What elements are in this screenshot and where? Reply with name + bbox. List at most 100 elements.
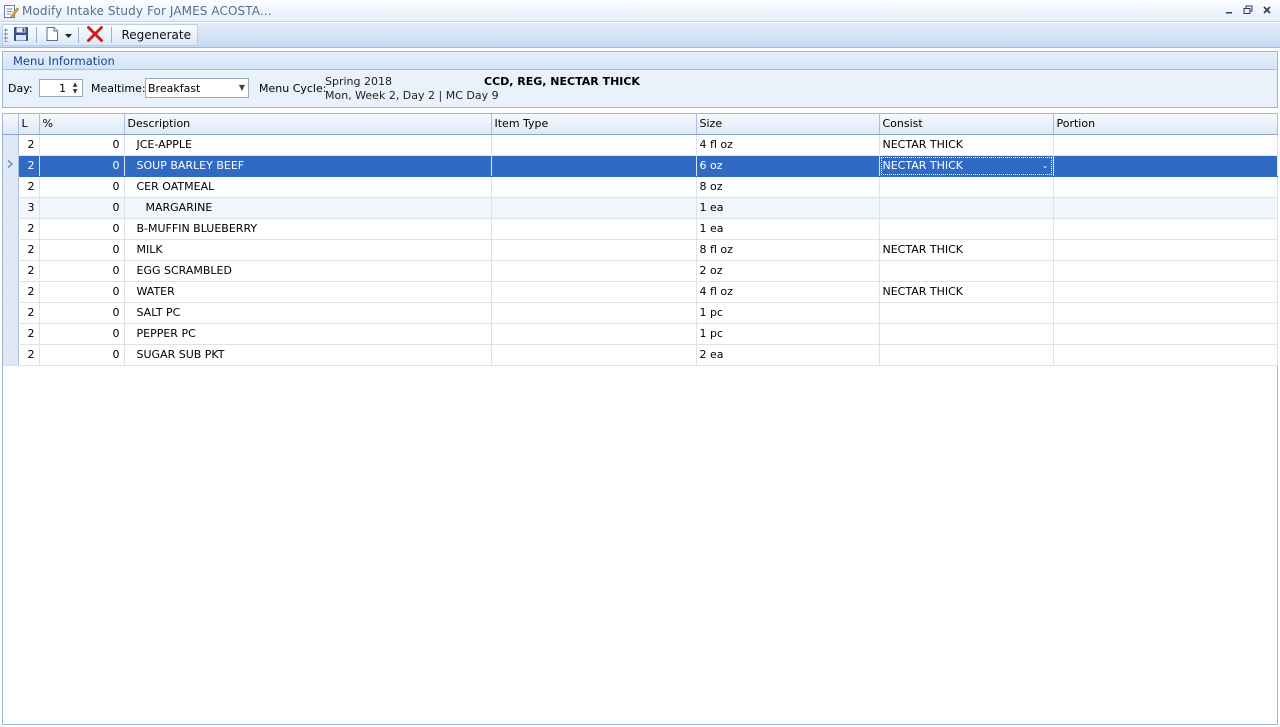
chevron-down-icon[interactable]: ▼ <box>239 83 245 92</box>
cell-consist[interactable] <box>879 176 1054 198</box>
cell-portion[interactable] <box>1053 323 1278 345</box>
day-stepper[interactable]: 1 ▲ ▼ <box>39 79 83 97</box>
cell-consist[interactable] <box>879 323 1054 345</box>
cell-item-type[interactable] <box>491 134 697 156</box>
cell-size[interactable]: 8 fl oz <box>696 239 880 261</box>
cell-percent[interactable]: 0 <box>39 218 125 240</box>
cell-item-type[interactable] <box>491 155 697 177</box>
row-header[interactable] <box>3 302 19 324</box>
delete-button[interactable] <box>83 25 107 45</box>
table-row[interactable]: 2 0 B-MUFFIN BLUEBERRY 1 ea <box>3 218 1278 240</box>
cell-portion[interactable] <box>1053 218 1278 240</box>
cell-l[interactable]: 3 <box>18 197 40 219</box>
cell-percent[interactable]: 0 <box>39 344 125 366</box>
cell-l[interactable]: 2 <box>18 323 40 345</box>
chevron-down-icon[interactable]: ▼ <box>69 88 81 95</box>
cell-size[interactable]: 8 oz <box>696 176 880 198</box>
chevron-up-icon[interactable]: ▲ <box>69 81 81 88</box>
cell-l[interactable]: 2 <box>18 281 40 303</box>
cell-size[interactable]: 1 ea <box>696 218 880 240</box>
table-row[interactable]: 2 0 JCE-APPLE 4 fl oz NECTAR THICK <box>3 134 1278 156</box>
table-row[interactable]: 2 0 SUGAR SUB PKT 2 ea <box>3 344 1278 366</box>
cell-percent[interactable]: 0 <box>39 302 125 324</box>
row-header[interactable] <box>3 197 19 219</box>
cell-item-type[interactable] <box>491 323 697 345</box>
column-header-item-type[interactable]: Item Type <box>491 114 697 135</box>
row-header[interactable] <box>3 134 19 156</box>
row-header[interactable] <box>3 260 19 282</box>
regenerate-button[interactable]: Regenerate <box>115 25 197 45</box>
cell-l[interactable]: 2 <box>18 155 40 177</box>
column-header-size[interactable]: Size <box>696 114 880 135</box>
cell-l[interactable]: 2 <box>18 239 40 261</box>
cell-description[interactable]: SALT PC <box>124 302 492 324</box>
cell-portion[interactable] <box>1053 344 1278 366</box>
cell-consist[interactable] <box>879 260 1054 282</box>
cell-portion[interactable] <box>1053 281 1278 303</box>
cell-description[interactable]: CER OATMEAL <box>124 176 492 198</box>
cell-l[interactable]: 2 <box>18 302 40 324</box>
cell-size[interactable]: 4 fl oz <box>696 134 880 156</box>
cell-size[interactable]: 4 fl oz <box>696 281 880 303</box>
cell-size[interactable]: 2 oz <box>696 260 880 282</box>
table-row[interactable]: 2 0 CER OATMEAL 8 oz <box>3 176 1278 198</box>
cell-item-type[interactable] <box>491 218 697 240</box>
cell-l[interactable]: 2 <box>18 260 40 282</box>
row-header[interactable] <box>3 218 19 240</box>
cell-percent[interactable]: 0 <box>39 197 125 219</box>
cell-description[interactable]: B-MUFFIN BLUEBERRY <box>124 218 492 240</box>
cell-size[interactable]: 6 oz <box>696 155 880 177</box>
cell-consist[interactable] <box>879 218 1054 240</box>
table-row[interactable]: 3 0 MARGARINE 1 ea <box>3 197 1278 219</box>
row-header[interactable] <box>3 281 19 303</box>
table-row[interactable]: 2 0 PEPPER PC 1 pc <box>3 323 1278 345</box>
cell-item-type[interactable] <box>491 260 697 282</box>
cell-percent[interactable]: 0 <box>39 239 125 261</box>
toolbar-grip[interactable] <box>4 28 8 42</box>
stepper-arrows[interactable]: ▲ ▼ <box>69 81 81 95</box>
save-button[interactable] <box>10 25 32 45</box>
cell-consist[interactable] <box>879 302 1054 324</box>
cell-description[interactable]: SOUP BARLEY BEEF <box>124 155 492 177</box>
cell-item-type[interactable] <box>491 344 697 366</box>
table-row[interactable]: 2 0 MILK 8 fl oz NECTAR THICK <box>3 239 1278 261</box>
cell-l[interactable]: 2 <box>18 134 40 156</box>
cell-portion[interactable] <box>1053 302 1278 324</box>
cell-description[interactable]: JCE-APPLE <box>124 134 492 156</box>
cell-consist[interactable]: NECTAR THICK <box>879 281 1054 303</box>
cell-portion[interactable] <box>1053 260 1278 282</box>
cell-description[interactable]: PEPPER PC <box>124 323 492 345</box>
table-row[interactable]: 2 0 EGG SCRAMBLED 2 oz <box>3 260 1278 282</box>
cell-consist[interactable]: NECTAR THICK <box>879 239 1054 261</box>
table-row[interactable]: 2 0 SALT PC 1 pc <box>3 302 1278 324</box>
cell-l[interactable]: 2 <box>18 218 40 240</box>
column-header-percent[interactable]: % <box>39 114 125 135</box>
cell-consist[interactable] <box>879 344 1054 366</box>
cell-description[interactable]: MARGARINE <box>124 197 492 219</box>
cell-l[interactable]: 2 <box>18 176 40 198</box>
mealtime-select[interactable]: Breakfast ▼ <box>145 78 249 98</box>
cell-description[interactable]: WATER <box>124 281 492 303</box>
table-row-selected[interactable]: 2 0 SOUP BARLEY BEEF 6 oz NECTAR THICK ⌄ <box>3 155 1278 177</box>
minimize-button[interactable] <box>1219 2 1238 18</box>
column-header-consist[interactable]: Consist <box>879 114 1054 135</box>
cell-consist[interactable] <box>879 197 1054 219</box>
row-header[interactable] <box>3 344 19 366</box>
cell-description[interactable]: SUGAR SUB PKT <box>124 344 492 366</box>
cell-description[interactable]: MILK <box>124 239 492 261</box>
cell-size[interactable]: 1 pc <box>696 302 880 324</box>
cell-item-type[interactable] <box>491 176 697 198</box>
cell-size[interactable]: 1 ea <box>696 197 880 219</box>
row-header[interactable] <box>3 155 19 177</box>
cell-percent[interactable]: 0 <box>39 134 125 156</box>
cell-description[interactable]: EGG SCRAMBLED <box>124 260 492 282</box>
cell-item-type[interactable] <box>491 281 697 303</box>
cell-l[interactable]: 2 <box>18 344 40 366</box>
row-header[interactable] <box>3 239 19 261</box>
cell-portion[interactable] <box>1053 155 1278 177</box>
cell-portion[interactable] <box>1053 134 1278 156</box>
table-row[interactable]: 2 0 WATER 4 fl oz NECTAR THICK <box>3 281 1278 303</box>
cell-percent[interactable]: 0 <box>39 260 125 282</box>
cell-size[interactable]: 1 pc <box>696 323 880 345</box>
cell-item-type[interactable] <box>491 239 697 261</box>
